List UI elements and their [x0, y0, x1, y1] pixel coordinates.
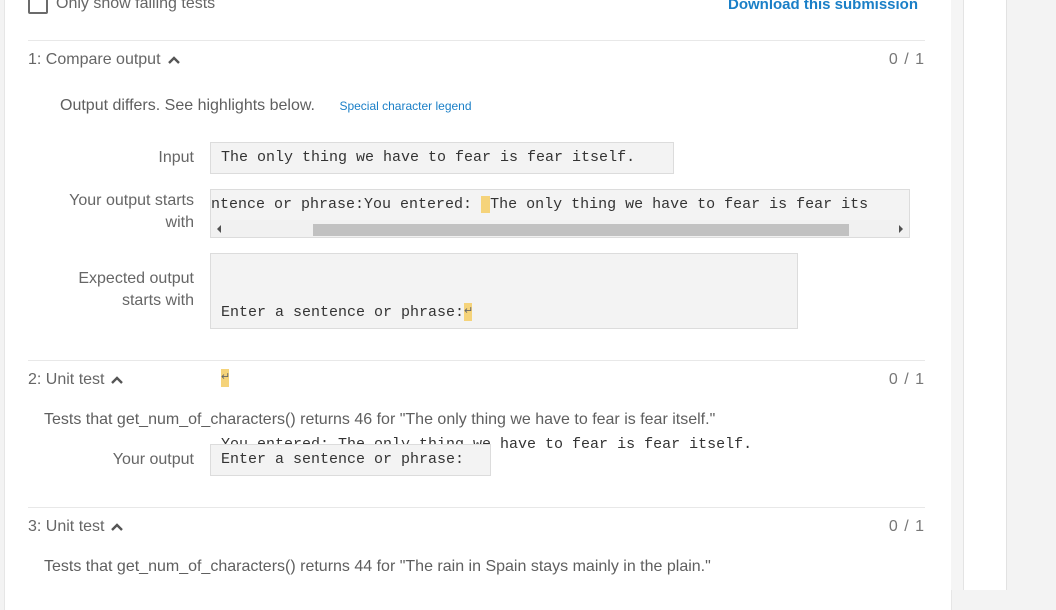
your-output-label: Your output starts with [69, 192, 194, 231]
expected-output-label: Expected output starts with [78, 270, 194, 309]
special-character-legend-link[interactable]: Special character legend [339, 99, 471, 113]
chevron-up-icon[interactable] [110, 375, 124, 385]
test-1-score: 0 / 1 [888, 51, 925, 68]
test-2-header[interactable]: 2: Unit test [28, 371, 124, 389]
test-1-header[interactable]: 1: Compare output [28, 51, 181, 69]
diff-highlight [481, 196, 491, 213]
your-output-text-rest: The only thing we have to fear is fear i… [490, 196, 869, 213]
output-differs-message: Output differs. See highlights below. [60, 97, 315, 114]
only-failing-filter[interactable]: Only show failing tests [28, 0, 215, 14]
scroll-right-arrow-icon[interactable] [899, 225, 903, 233]
newline-symbol-icon: ↵ [464, 303, 473, 322]
horizontal-scrollbar[interactable] [211, 220, 909, 237]
divider [28, 360, 925, 361]
divider [28, 507, 925, 508]
test-1-message: Output differs. See highlights below. Sp… [60, 97, 472, 115]
only-failing-label: Only show failing tests [56, 0, 216, 12]
unit-test-output-box: Enter a sentence or phrase: [210, 444, 491, 476]
test-2-description: Tests that get_num_of_characters() retur… [44, 411, 716, 428]
page-background [1007, 0, 1056, 590]
newline-symbol-icon: ↵ [221, 369, 230, 388]
side-panel [964, 0, 1007, 590]
input-label: Input [158, 149, 194, 166]
test-3-header[interactable]: 3: Unit test [28, 518, 124, 536]
scroll-left-arrow-icon[interactable] [217, 225, 221, 233]
your-output-label: Your output [112, 451, 194, 468]
input-value-box: The only thing we have to fear is fear i… [210, 142, 674, 174]
divider [28, 40, 925, 41]
expected-output-box: Enter a sentence or phrase:↵ ↵ You enter… [210, 253, 798, 453]
test-2-title: 2: Unit test [28, 371, 105, 388]
only-failing-checkbox[interactable] [28, 0, 48, 14]
scrollbar-thumb[interactable] [313, 224, 849, 236]
test-3-score: 0 / 1 [888, 518, 925, 535]
your-output-text: ntence or phrase:You entered: [211, 196, 482, 213]
test-3-description: Tests that get_num_of_characters() retur… [44, 558, 711, 575]
test-2-score: 0 / 1 [888, 371, 925, 388]
expected-line-1: Enter a sentence or phrase: [221, 304, 465, 321]
test-3-title: 3: Unit test [28, 518, 105, 535]
chevron-up-icon[interactable] [167, 55, 181, 65]
download-submission-link[interactable]: Download this submission [728, 0, 918, 13]
chevron-up-icon[interactable] [110, 522, 124, 532]
your-output-box[interactable]: ntence or phrase:You entered: The only t… [210, 189, 910, 238]
panel-gutter [951, 0, 964, 590]
test-1-title: 1: Compare output [28, 51, 161, 68]
